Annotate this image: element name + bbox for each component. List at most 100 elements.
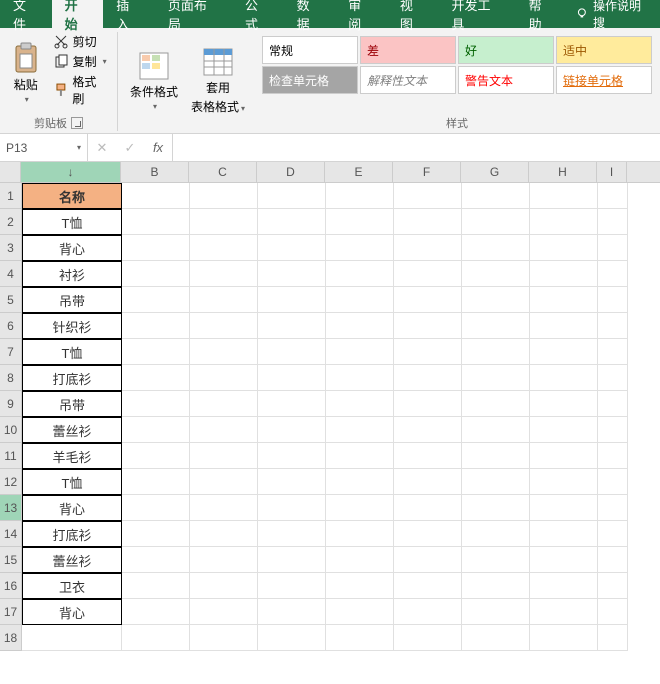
cell-C5[interactable] xyxy=(190,287,258,313)
tab-insert[interactable]: 插入 xyxy=(103,0,155,28)
cell-I12[interactable] xyxy=(598,469,628,495)
cell-C4[interactable] xyxy=(190,261,258,287)
cell-D1[interactable] xyxy=(258,183,326,209)
cell-C2[interactable] xyxy=(190,209,258,235)
cell-D17[interactable] xyxy=(258,599,326,625)
copy-button[interactable]: 复制 ▾ xyxy=(50,52,111,71)
cell-G3[interactable] xyxy=(462,235,530,261)
select-all-corner[interactable] xyxy=(0,162,21,182)
cell-C3[interactable] xyxy=(190,235,258,261)
cell-B6[interactable] xyxy=(122,313,190,339)
cell-A17[interactable]: 背心 xyxy=(22,599,122,625)
cell-E10[interactable] xyxy=(326,417,394,443)
paste-button[interactable]: 粘贴 ▾ xyxy=(6,32,46,113)
cell-F7[interactable] xyxy=(394,339,462,365)
row-header-9[interactable]: 9 xyxy=(0,391,21,417)
insert-function-button[interactable]: fx xyxy=(144,140,172,155)
cell-C6[interactable] xyxy=(190,313,258,339)
cell-I15[interactable] xyxy=(598,547,628,573)
cell-F14[interactable] xyxy=(394,521,462,547)
col-header-H[interactable]: H xyxy=(529,162,597,182)
row-header-7[interactable]: 7 xyxy=(0,339,21,365)
tell-me-search[interactable]: 操作说明搜 xyxy=(567,0,660,28)
cell-H12[interactable] xyxy=(530,469,598,495)
row-header-11[interactable]: 11 xyxy=(0,443,21,469)
cell-I4[interactable] xyxy=(598,261,628,287)
cell-E4[interactable] xyxy=(326,261,394,287)
cell-F2[interactable] xyxy=(394,209,462,235)
style-normal[interactable]: 常规 xyxy=(262,36,358,64)
cell-C17[interactable] xyxy=(190,599,258,625)
cell-G11[interactable] xyxy=(462,443,530,469)
row-header-13[interactable]: 13 xyxy=(0,495,21,521)
cell-D9[interactable] xyxy=(258,391,326,417)
style-neutral[interactable]: 适中 xyxy=(556,36,652,64)
cell-B12[interactable] xyxy=(122,469,190,495)
cell-H7[interactable] xyxy=(530,339,598,365)
cell-C10[interactable] xyxy=(190,417,258,443)
cell-B17[interactable] xyxy=(122,599,190,625)
row-header-15[interactable]: 15 xyxy=(0,547,21,573)
cell-B9[interactable] xyxy=(122,391,190,417)
cell-F9[interactable] xyxy=(394,391,462,417)
cell-F13[interactable] xyxy=(394,495,462,521)
tab-data[interactable]: 数据 xyxy=(284,0,336,28)
cell-G9[interactable] xyxy=(462,391,530,417)
row-header-12[interactable]: 12 xyxy=(0,469,21,495)
tab-home[interactable]: 开始 xyxy=(52,0,104,28)
cancel-edit-button[interactable]: ✕ xyxy=(88,140,116,156)
cell-F17[interactable] xyxy=(394,599,462,625)
cell-B8[interactable] xyxy=(122,365,190,391)
cell-B13[interactable] xyxy=(122,495,190,521)
cell-G4[interactable] xyxy=(462,261,530,287)
cell-G16[interactable] xyxy=(462,573,530,599)
tab-view[interactable]: 视图 xyxy=(387,0,439,28)
cell-D5[interactable] xyxy=(258,287,326,313)
cell-C1[interactable] xyxy=(190,183,258,209)
cell-H11[interactable] xyxy=(530,443,598,469)
cell-D15[interactable] xyxy=(258,547,326,573)
row-header-10[interactable]: 10 xyxy=(0,417,21,443)
cell-C14[interactable] xyxy=(190,521,258,547)
cell-B16[interactable] xyxy=(122,573,190,599)
cell-I1[interactable] xyxy=(598,183,628,209)
cell-E14[interactable] xyxy=(326,521,394,547)
col-header-B[interactable]: B xyxy=(121,162,189,182)
cell-I7[interactable] xyxy=(598,339,628,365)
cell-D7[interactable] xyxy=(258,339,326,365)
cell-D4[interactable] xyxy=(258,261,326,287)
cell-H3[interactable] xyxy=(530,235,598,261)
cell-G10[interactable] xyxy=(462,417,530,443)
cell-F8[interactable] xyxy=(394,365,462,391)
cell-H6[interactable] xyxy=(530,313,598,339)
cell-G1[interactable] xyxy=(462,183,530,209)
cell-A12[interactable]: T恤 xyxy=(22,469,122,495)
row-header-16[interactable]: 16 xyxy=(0,573,21,599)
cell-F18[interactable] xyxy=(394,625,462,651)
cell-E11[interactable] xyxy=(326,443,394,469)
cell-G12[interactable] xyxy=(462,469,530,495)
style-check-cell[interactable]: 检查单元格 xyxy=(262,66,358,94)
cell-F1[interactable] xyxy=(394,183,462,209)
cell-A14[interactable]: 打底衫 xyxy=(22,521,122,547)
cell-D3[interactable] xyxy=(258,235,326,261)
cell-H1[interactable] xyxy=(530,183,598,209)
cell-B4[interactable] xyxy=(122,261,190,287)
style-explanation[interactable]: 解释性文本 xyxy=(360,66,456,94)
dialog-launcher-icon[interactable] xyxy=(71,117,83,129)
cell-F16[interactable] xyxy=(394,573,462,599)
row-header-14[interactable]: 14 xyxy=(0,521,21,547)
row-header-6[interactable]: 6 xyxy=(0,313,21,339)
cell-A7[interactable]: T恤 xyxy=(22,339,122,365)
cell-G6[interactable] xyxy=(462,313,530,339)
cut-button[interactable]: 剪切 xyxy=(50,32,111,51)
cell-B11[interactable] xyxy=(122,443,190,469)
cell-D6[interactable] xyxy=(258,313,326,339)
tab-file[interactable]: 文件 xyxy=(0,0,52,28)
cell-I10[interactable] xyxy=(598,417,628,443)
cell-B10[interactable] xyxy=(122,417,190,443)
col-header-F[interactable]: F xyxy=(393,162,461,182)
conditional-format-button[interactable]: 条件格式 ▾ xyxy=(124,32,184,129)
cell-H14[interactable] xyxy=(530,521,598,547)
cell-E18[interactable] xyxy=(326,625,394,651)
